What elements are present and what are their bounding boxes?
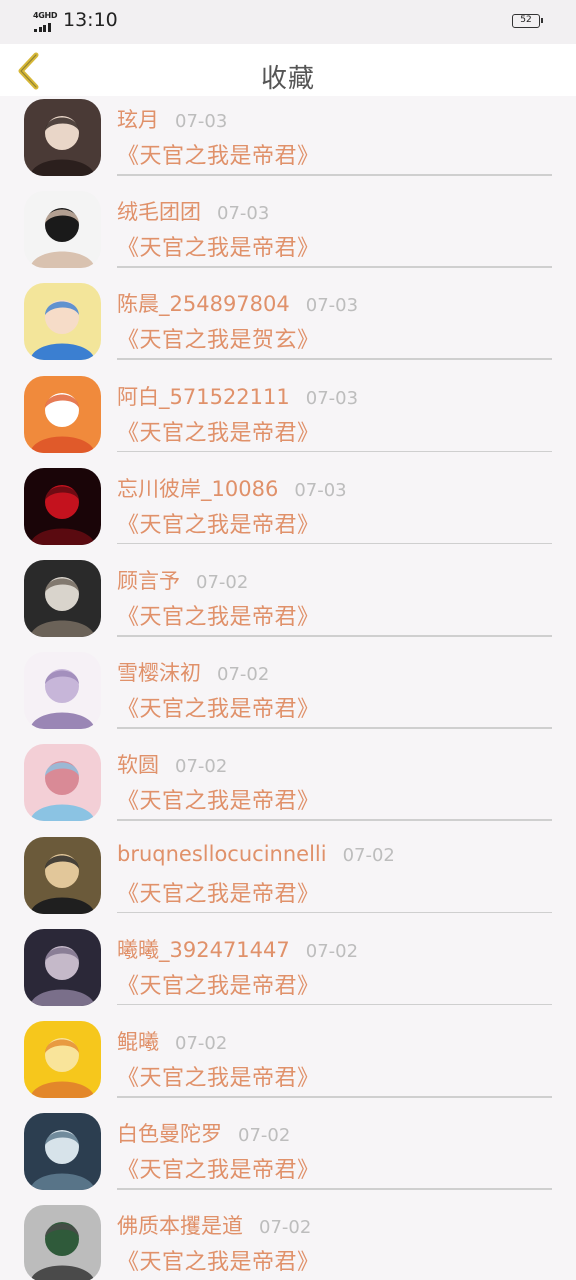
avatar[interactable]: [24, 836, 101, 914]
divider: [117, 1096, 552, 1098]
favorite-date: 07-03: [305, 295, 359, 317]
favorite-date: 07-03: [294, 479, 347, 501]
divider: [117, 911, 552, 914]
favorite-date: 07-03: [175, 111, 228, 132]
avatar[interactable]: [24, 99, 101, 176]
battery-icon: 52: [512, 14, 543, 28]
book-title[interactable]: 《天官之我是帝君》: [117, 415, 320, 447]
favorite-date: 07-03: [217, 203, 270, 225]
list-item[interactable]: 陈晨_254897804 07-03 《天官之我是贺玄》: [0, 280, 576, 372]
divider: [117, 727, 552, 729]
book-title[interactable]: 《天官之我是帝君》: [117, 138, 320, 170]
username-text: 白色曼陀罗: [117, 1122, 222, 1147]
username-text: bruqnesllocucinnelli: [117, 841, 327, 866]
list-item[interactable]: 绒毛团团 07-03 《天官之我是帝君》: [0, 188, 576, 280]
divider: [117, 174, 552, 176]
avatar[interactable]: [24, 283, 101, 361]
avatar[interactable]: [24, 467, 101, 545]
username[interactable]: 陈晨_254897804 07-03: [117, 288, 358, 318]
list-item[interactable]: 佛质本攫是道 07-02 《天官之我是帝君》: [0, 1202, 576, 1280]
username-text: 雪樱沫初: [117, 661, 201, 686]
username[interactable]: 佛质本攫是道 07-02: [117, 1210, 311, 1240]
book-title[interactable]: 《天官之我是帝君》: [117, 1244, 320, 1276]
username[interactable]: 绒毛团团 07-03: [117, 196, 269, 226]
favorite-date: 07-02: [238, 1125, 291, 1147]
favorite-date: 07-02: [175, 1033, 228, 1054]
divider: [117, 358, 552, 360]
divider: [117, 266, 552, 268]
list-item[interactable]: 忘川彼岸_10086 07-03 《天官之我是帝君》: [0, 465, 576, 557]
username-text: 陈晨_254897804: [117, 292, 290, 317]
book-title[interactable]: 《天官之我是帝君》: [117, 1152, 320, 1184]
book-title[interactable]: 《天官之我是帝君》: [117, 599, 320, 631]
avatar[interactable]: [24, 560, 101, 637]
favorite-date: 07-02: [196, 572, 249, 593]
username-text: 鲲曦: [117, 1030, 159, 1054]
favorites-list: 玹月 07-03 《天官之我是帝君》 绒毛团团 07-03 《天官之我是帝君》 陈晨_254…: [0, 96, 576, 1280]
favorite-date: 07-02: [175, 756, 228, 778]
avatar[interactable]: [24, 1205, 101, 1280]
battery-level: 52: [520, 15, 532, 25]
favorite-date: 07-02: [342, 844, 395, 866]
clock: 13:10: [63, 9, 118, 31]
avatar[interactable]: [24, 191, 101, 269]
signal-icon: 4GHD: [32, 11, 60, 32]
username-text: 忘川彼岸_10086: [117, 476, 279, 501]
username[interactable]: 软圆 07-02: [117, 749, 227, 779]
list-item[interactable]: bruqnesllocucinnelli 07-02 《天官之我是帝君》: [0, 834, 576, 926]
username-text: 阿白_571522111: [117, 384, 290, 409]
book-title[interactable]: 《天官之我是帝君》: [117, 1060, 320, 1092]
list-item[interactable]: 曦曦_392471447 07-02 《天官之我是帝君》: [0, 926, 576, 1018]
username[interactable]: 雪樱沫初 07-02: [117, 657, 269, 687]
avatar[interactable]: [24, 1021, 101, 1098]
list-item[interactable]: 玹月 07-03 《天官之我是帝君》: [0, 96, 576, 188]
username[interactable]: 玹月 07-03: [117, 104, 227, 134]
book-title[interactable]: 《天官之我是帝君》: [117, 230, 320, 262]
header: 收藏: [0, 44, 576, 96]
favorite-date: 07-02: [259, 1217, 312, 1239]
list-item[interactable]: 雪樱沫初 07-02 《天官之我是帝君》: [0, 649, 576, 741]
status-bar: 4GHD 13:10 52: [0, 0, 576, 44]
book-title[interactable]: 《天官之我是帝君》: [117, 783, 320, 815]
username-text: 佛质本攫是道: [117, 1214, 243, 1239]
page-title: 收藏: [260, 64, 315, 94]
username-text: 玹月: [117, 108, 159, 132]
avatar[interactable]: [24, 928, 101, 1006]
list-item[interactable]: 阿白_571522111 07-03 《天官之我是帝君》: [0, 373, 576, 465]
divider: [117, 1003, 552, 1006]
list-item[interactable]: 软圆 07-02 《天官之我是帝君》: [0, 741, 576, 833]
username-text: 绒毛团团: [117, 200, 201, 225]
network-type: 4GHD: [33, 11, 58, 20]
book-title[interactable]: 《天官之我是帝君》: [117, 507, 320, 539]
divider: [117, 819, 552, 821]
divider: [117, 450, 552, 453]
avatar[interactable]: [24, 652, 101, 730]
favorite-date: 07-03: [305, 387, 359, 409]
username-text: 软圆: [117, 753, 159, 778]
avatar[interactable]: [24, 744, 101, 822]
username[interactable]: 曦曦_392471447 07-02: [117, 934, 358, 964]
favorite-date: 07-02: [305, 940, 359, 962]
favorite-date: 07-02: [217, 664, 270, 686]
username-text: 顾言予: [117, 569, 180, 593]
list-item[interactable]: 白色曼陀罗 07-02 《天官之我是帝君》: [0, 1110, 576, 1202]
list-item[interactable]: 鲲曦 07-02 《天官之我是帝君》: [0, 1018, 576, 1110]
username[interactable]: 顾言予 07-02: [117, 565, 248, 595]
book-title[interactable]: 《天官之我是贺玄》: [117, 322, 320, 354]
book-title[interactable]: 《天官之我是帝君》: [117, 876, 320, 908]
username[interactable]: bruqnesllocucinnelli 07-02: [117, 842, 395, 866]
avatar[interactable]: [24, 375, 101, 453]
username[interactable]: 鲲曦 07-02: [117, 1026, 227, 1056]
book-title[interactable]: 《天官之我是帝君》: [117, 968, 320, 1000]
username[interactable]: 白色曼陀罗 07-02: [117, 1118, 290, 1148]
username[interactable]: 忘川彼岸_10086 07-03: [117, 473, 347, 503]
username-text: 曦曦_392471447: [117, 937, 290, 962]
divider: [117, 542, 552, 545]
list-item[interactable]: 顾言予 07-02 《天官之我是帝君》: [0, 557, 576, 649]
book-title[interactable]: 《天官之我是帝君》: [117, 691, 320, 723]
divider: [117, 1188, 552, 1190]
divider: [117, 635, 552, 637]
avatar[interactable]: [24, 1113, 101, 1191]
username[interactable]: 阿白_571522111 07-03: [117, 381, 358, 411]
